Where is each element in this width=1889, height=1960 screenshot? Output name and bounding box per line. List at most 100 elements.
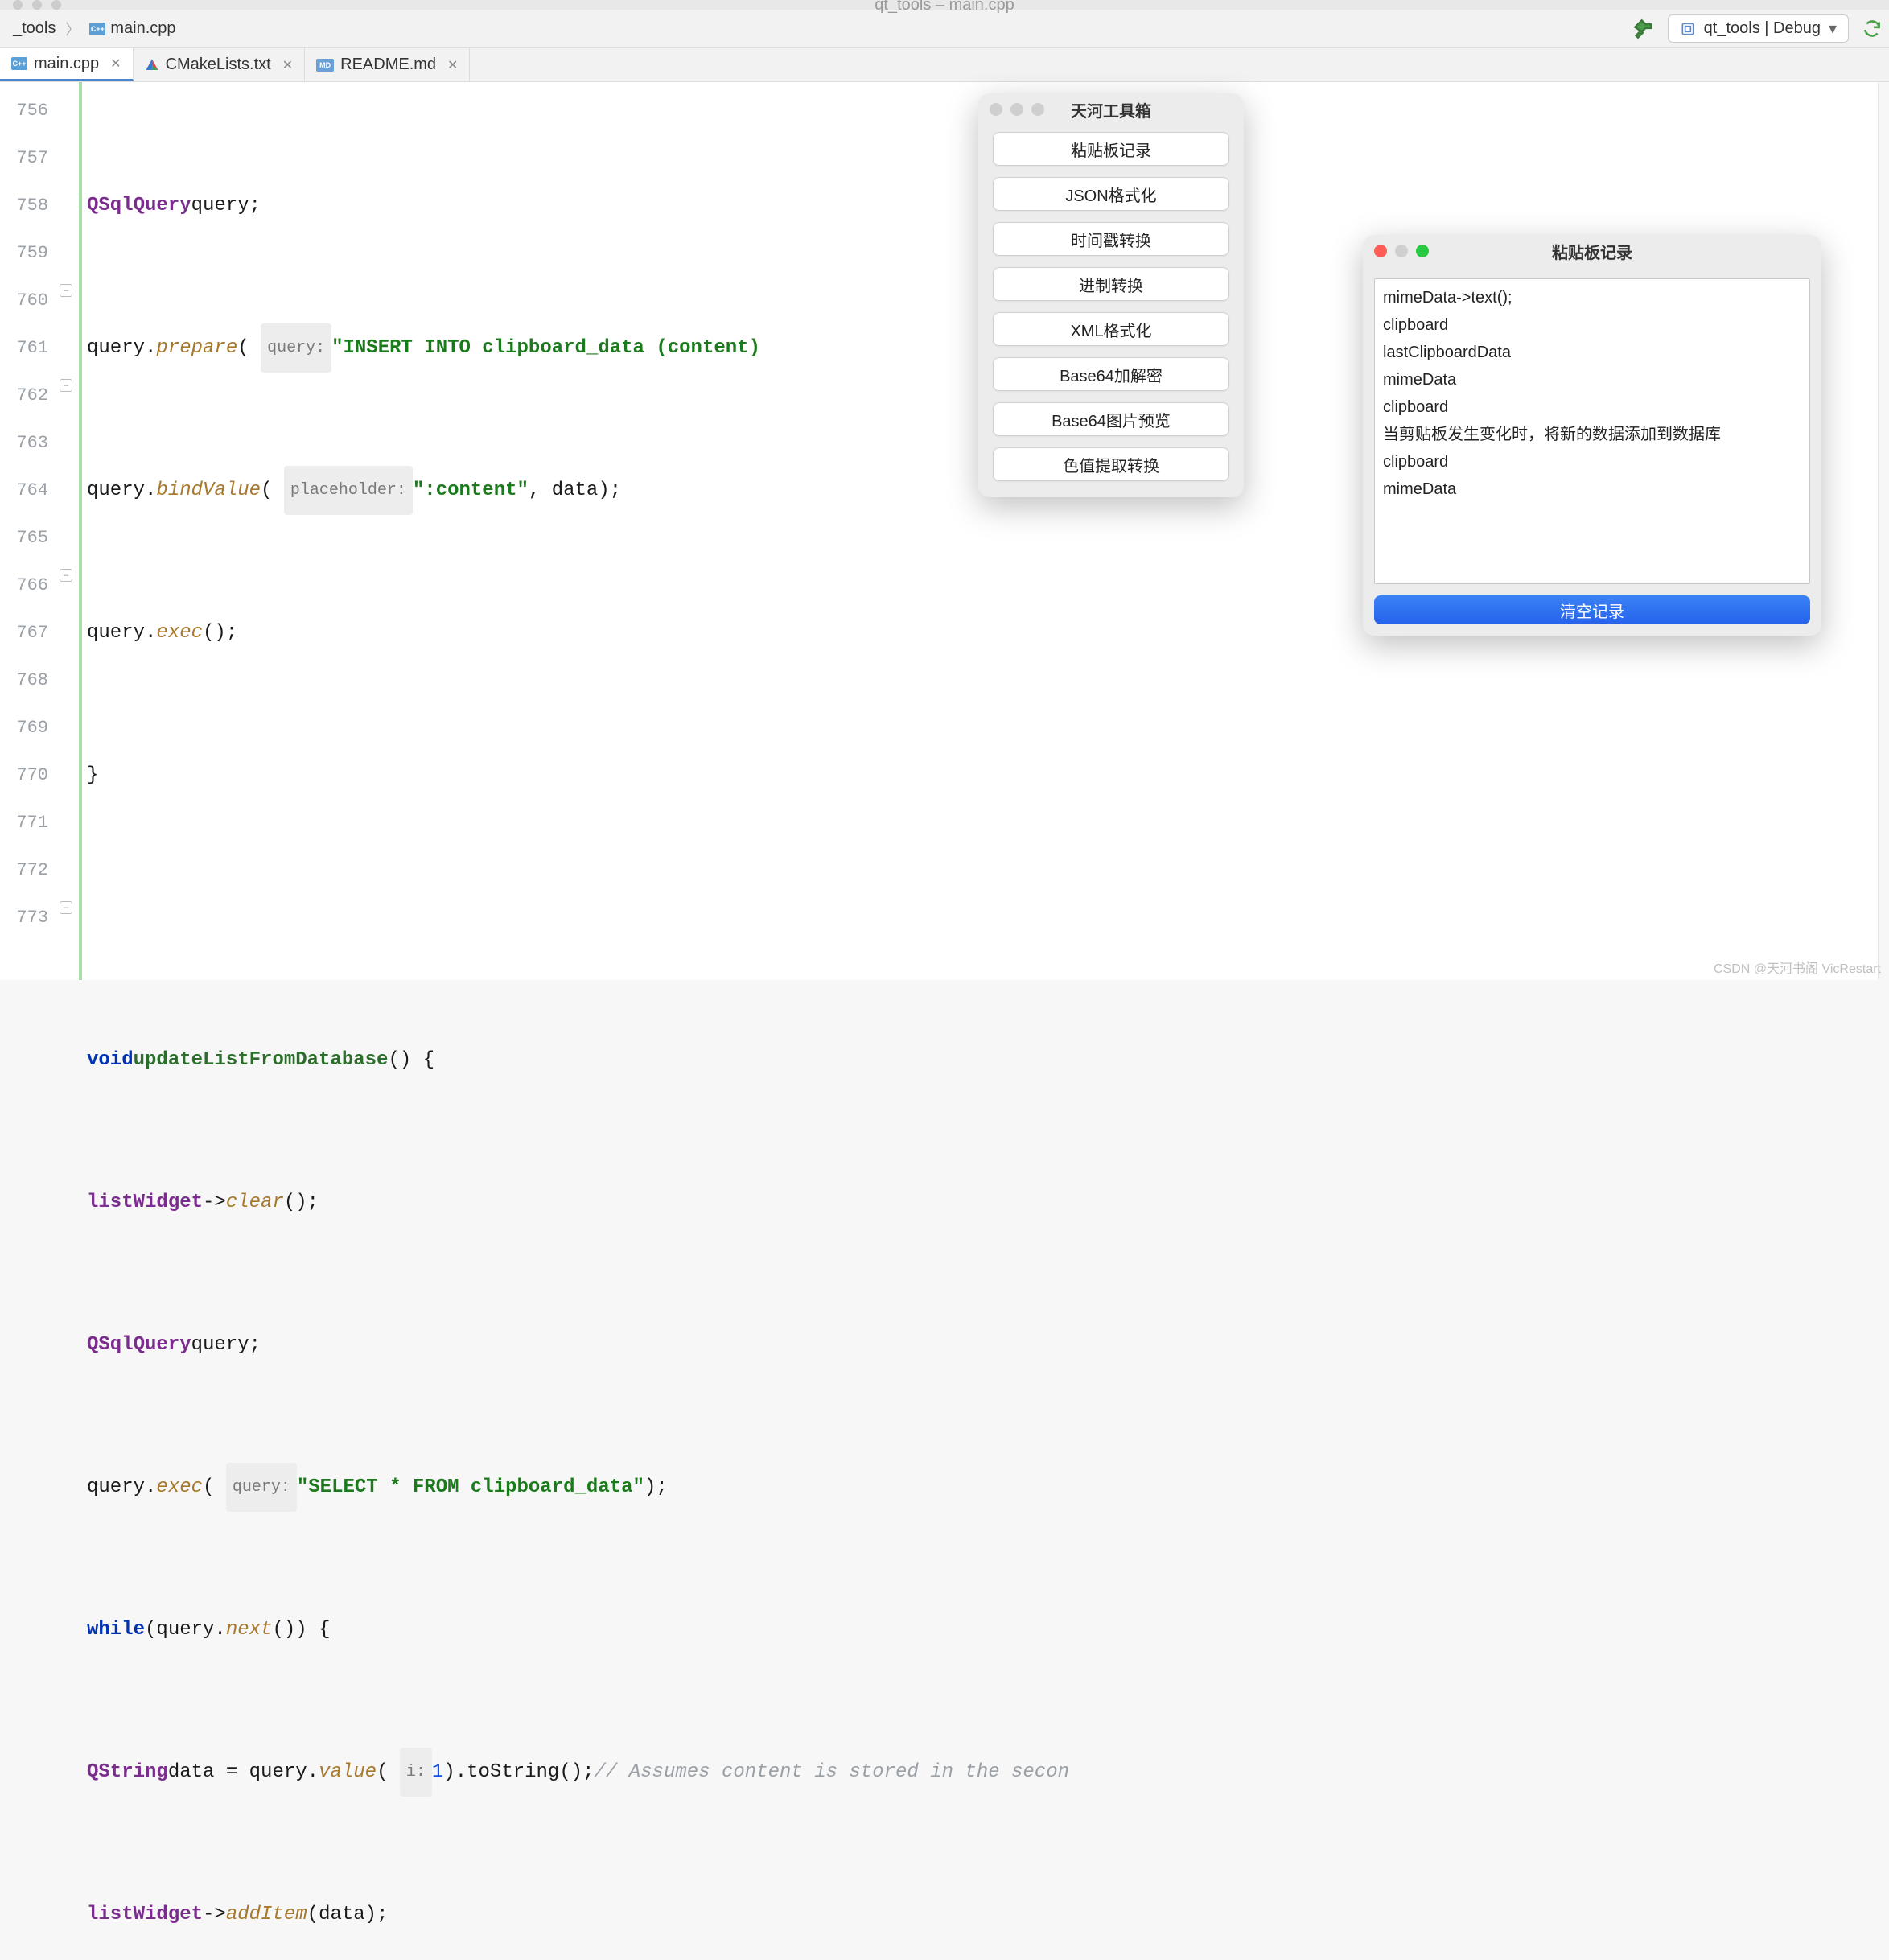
- inlay-hint: query:: [226, 1463, 297, 1512]
- tool-radix-button[interactable]: 进制转换: [993, 267, 1229, 301]
- toolbar: _tools 〉 main.cpp qt_tools | Debug ▾: [0, 10, 1889, 48]
- cliphist-list[interactable]: mimeData->text(); clipboard lastClipboar…: [1374, 278, 1810, 584]
- minimize-icon[interactable]: [1395, 245, 1408, 257]
- code-token: query: [87, 1464, 145, 1511]
- line-number: 773: [0, 894, 48, 941]
- code-token: addItem: [226, 1891, 307, 1938]
- code-token: exec: [156, 1464, 203, 1511]
- fold-marker-icon[interactable]: –: [60, 284, 72, 297]
- fold-marker-icon[interactable]: –: [60, 901, 72, 914]
- toolbox-body: 粘贴板记录 JSON格式化 时间戳转换 进制转换 XML格式化 Base64加解…: [978, 126, 1244, 484]
- cliphist-title: 粘贴板记录: [1552, 240, 1632, 263]
- window-traffic-lights[interactable]: [1374, 245, 1429, 257]
- tool-clipboard-history-button[interactable]: 粘贴板记录: [993, 132, 1229, 166]
- list-item[interactable]: mimeData: [1383, 476, 1801, 503]
- window-traffic-lights[interactable]: [990, 103, 1044, 116]
- code-token: ->: [203, 1891, 226, 1938]
- cliphist-body: mimeData->text(); clipboard lastClipboar…: [1363, 267, 1821, 636]
- code-token: (query.: [145, 1606, 226, 1653]
- code-token: ":content": [413, 467, 529, 514]
- code-token: updateListFromDatabase: [134, 1036, 389, 1084]
- close-icon[interactable]: ✕: [110, 56, 121, 72]
- tool-timestamp-button[interactable]: 时间戳转换: [993, 222, 1229, 256]
- code-token: bindValue: [156, 467, 261, 514]
- tab-readme[interactable]: README.md ✕: [305, 48, 470, 81]
- line-number: 762: [0, 372, 48, 419]
- close-icon[interactable]: ✕: [282, 57, 293, 73]
- code-token: ->: [203, 1179, 226, 1226]
- toolbox-titlebar[interactable]: 天河工具箱: [978, 93, 1244, 126]
- zoom-icon[interactable]: [51, 0, 61, 10]
- close-icon[interactable]: [13, 0, 23, 10]
- window-title: qt_tools – main.cpp: [875, 0, 1014, 14]
- line-number: 771: [0, 799, 48, 846]
- zoom-icon[interactable]: [1416, 245, 1429, 257]
- line-number: 764: [0, 467, 48, 514]
- build-icon[interactable]: [1632, 18, 1655, 40]
- line-number: 769: [0, 704, 48, 751]
- inlay-hint: query:: [261, 323, 331, 373]
- cliphist-titlebar[interactable]: 粘贴板记录: [1363, 235, 1821, 267]
- code-token: value: [319, 1748, 377, 1796]
- code-token: QSqlQuery: [87, 1321, 191, 1369]
- cpp-file-icon: [89, 23, 105, 35]
- breadcrumb-file[interactable]: main.cpp: [83, 18, 182, 39]
- minimize-icon[interactable]: [1010, 103, 1023, 116]
- list-item[interactable]: clipboard: [1383, 311, 1801, 339]
- run-config-selector[interactable]: qt_tools | Debug ▾: [1668, 14, 1849, 43]
- window-traffic-lights[interactable]: [13, 0, 61, 10]
- line-number: 760: [0, 277, 48, 324]
- code-token: }: [87, 751, 98, 799]
- code-token: ).toString();: [443, 1748, 594, 1796]
- list-item[interactable]: lastClipboardData: [1383, 339, 1801, 366]
- close-icon[interactable]: ✕: [447, 57, 458, 73]
- inlay-hint: placeholder:: [284, 466, 413, 515]
- zoom-icon[interactable]: [1031, 103, 1044, 116]
- chevron-right-icon: 〉: [65, 19, 80, 39]
- code-token: QString: [87, 1748, 168, 1796]
- tab-label: CMakeLists.txt: [166, 56, 271, 74]
- code-token: QSqlQuery: [87, 182, 191, 229]
- fold-marker-icon[interactable]: –: [60, 569, 72, 582]
- tool-base64-image-button[interactable]: Base64图片预览: [993, 402, 1229, 436]
- line-number: 767: [0, 609, 48, 657]
- code-token: "INSERT INTO clipboard_data (content): [331, 324, 772, 372]
- toolbox-title: 天河工具箱: [1071, 98, 1151, 121]
- markdown-file-icon: [316, 59, 334, 72]
- list-item[interactable]: mimeData: [1383, 366, 1801, 393]
- breadcrumb-project[interactable]: _tools: [6, 18, 62, 39]
- close-icon[interactable]: [1374, 245, 1387, 257]
- code-token: "SELECT * FROM clipboard_data": [297, 1464, 644, 1511]
- line-number: 768: [0, 657, 48, 704]
- minimize-icon[interactable]: [32, 0, 42, 10]
- list-item[interactable]: clipboard: [1383, 448, 1801, 476]
- code-token: query: [87, 467, 145, 514]
- breadcrumb-label: main.cpp: [110, 19, 175, 38]
- code-comment: // Assumes content is stored in the seco…: [595, 1748, 1070, 1796]
- tool-xml-format-button[interactable]: XML格式化: [993, 312, 1229, 346]
- code-token: ()) {: [272, 1606, 330, 1653]
- tool-json-format-button[interactable]: JSON格式化: [993, 177, 1229, 211]
- tab-label: main.cpp: [34, 55, 99, 73]
- code-token: query: [87, 609, 145, 657]
- list-item[interactable]: mimeData->text();: [1383, 284, 1801, 311]
- toolbox-window[interactable]: 天河工具箱 粘贴板记录 JSON格式化 时间戳转换 进制转换 XML格式化 Ba…: [978, 93, 1244, 497]
- clipboard-history-window[interactable]: 粘贴板记录 mimeData->text(); clipboard lastCl…: [1363, 235, 1821, 636]
- rerun-icon[interactable]: [1862, 19, 1883, 39]
- clear-history-button[interactable]: 清空记录: [1374, 595, 1810, 624]
- tab-cmake[interactable]: CMakeLists.txt ✕: [134, 48, 306, 81]
- list-item[interactable]: 当剪贴板发生变化时，将新的数据添加到数据库: [1383, 421, 1801, 448]
- tab-main-cpp[interactable]: main.cpp ✕: [0, 48, 134, 81]
- editor-right-strip: [1878, 82, 1889, 980]
- chevron-down-icon: ▾: [1829, 19, 1837, 39]
- tool-base64-button[interactable]: Base64加解密: [993, 357, 1229, 391]
- tool-color-button[interactable]: 色值提取转换: [993, 447, 1229, 481]
- code-token: (data);: [307, 1891, 389, 1938]
- fold-marker-icon[interactable]: –: [60, 379, 72, 392]
- code-token: exec: [156, 609, 203, 657]
- list-item[interactable]: clipboard: [1383, 393, 1801, 421]
- line-number: 761: [0, 324, 48, 372]
- code-token: void: [87, 1036, 134, 1084]
- line-number: 757: [0, 134, 48, 182]
- close-icon[interactable]: [990, 103, 1002, 116]
